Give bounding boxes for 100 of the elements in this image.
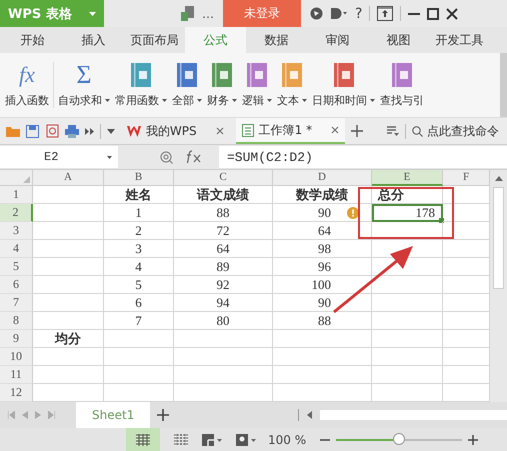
name-box[interactable]: E2 — [0, 146, 118, 168]
ribbon-tab[interactable]: 开发工具 — [429, 27, 490, 53]
table-cell — [33, 366, 104, 384]
table-cell: 姓名 — [104, 186, 174, 204]
table-cell: 94 — [174, 294, 273, 312]
row-header[interactable]: 10 — [0, 348, 33, 366]
zoom-in-icon[interactable] — [468, 434, 478, 444]
maximize-icon[interactable] — [427, 8, 440, 20]
row-header[interactable]: 5 — [0, 258, 33, 276]
ribbon-button[interactable]: 文本 — [276, 60, 308, 110]
row-header[interactable]: 4 — [0, 240, 33, 258]
caret-icon — [89, 12, 96, 16]
ribbon-button[interactable]: Σ 自动求和 — [57, 60, 111, 110]
ribbon-button[interactable]: 财务 — [206, 60, 238, 110]
table-cell — [33, 276, 104, 294]
close-icon[interactable] — [331, 126, 340, 134]
function-icon[interactable] — [185, 150, 203, 164]
reading-mode-icon[interactable] — [236, 434, 256, 446]
table-cell: 64 — [174, 240, 273, 258]
ribbon-tab[interactable]: 审阅 — [307, 27, 368, 53]
normal-view-button[interactable] — [126, 428, 160, 451]
sum-icon: Σ — [76, 62, 92, 88]
page-break-view-icon[interactable] — [174, 434, 188, 446]
table-cell: 6 — [104, 294, 174, 312]
help-button[interactable]: ? — [355, 6, 362, 22]
save-icon[interactable] — [26, 124, 39, 138]
ribbon-button[interactable]: 查找与引 — [379, 60, 425, 110]
row-header[interactable]: 1 — [0, 186, 33, 204]
table-cell: 4 — [104, 258, 174, 276]
ribbon-tab[interactable]: 开始 — [2, 27, 63, 53]
table-cell — [104, 348, 174, 366]
print-icon[interactable] — [65, 124, 79, 138]
expand-icon[interactable] — [85, 128, 94, 134]
ribbon-tab[interactable]: 公式 — [185, 27, 246, 53]
vertical-scrollbar[interactable] — [490, 170, 507, 402]
row-header[interactable]: 7 — [0, 294, 33, 312]
row-header[interactable]: 6 — [0, 276, 33, 294]
row-header[interactable]: 12 — [0, 384, 33, 402]
table-cell: 72 — [174, 222, 273, 240]
ribbon-tab[interactable]: 数据 — [246, 27, 307, 53]
close-icon[interactable] — [216, 127, 224, 135]
pin-window-icon[interactable] — [377, 6, 394, 21]
ribbon-button[interactable]: 常用函数 — [114, 60, 168, 110]
table-cell: 80 — [174, 312, 273, 330]
zoom-icon[interactable] — [160, 150, 173, 164]
table-cell: 均分 — [33, 330, 104, 348]
table-cell: 100 — [273, 276, 372, 294]
column-header[interactable]: D — [273, 170, 372, 186]
horizontal-scrollbar[interactable] — [320, 410, 507, 420]
more-button[interactable]: … — [202, 6, 214, 20]
column-header[interactable]: F — [443, 170, 490, 186]
zoom-level: 100 % — [268, 432, 306, 446]
document-tab[interactable]: 工作簿1 * — [236, 118, 346, 144]
table-cell — [104, 366, 174, 384]
table-cell: 90 — [273, 204, 372, 222]
column-header[interactable]: C — [174, 170, 273, 186]
table-cell — [33, 294, 104, 312]
row-header[interactable]: 3 — [0, 222, 33, 240]
close-icon[interactable] — [446, 8, 458, 20]
table-cell — [372, 222, 443, 240]
table-cell — [33, 258, 104, 276]
ribbon-scrollbar[interactable] — [500, 53, 507, 117]
caret-icon — [107, 156, 112, 158]
table-cell — [104, 330, 174, 348]
ribbon-button[interactable]: 日期和时间 — [311, 60, 376, 110]
table-cell — [33, 204, 104, 222]
column-header[interactable]: E — [372, 170, 443, 186]
document-icon[interactable] — [181, 6, 195, 22]
page-layout-icon[interactable] — [202, 434, 222, 446]
table-cell — [372, 348, 443, 366]
scroll-left-icon[interactable] — [307, 411, 312, 419]
document-tab[interactable]: 我的WPS — [120, 118, 230, 144]
spreadsheet-icon — [242, 124, 254, 136]
warning-icon[interactable] — [347, 207, 359, 219]
layout-icon[interactable] — [387, 126, 400, 136]
grid-icon — [136, 434, 150, 446]
ribbon-button[interactable]: 逻辑 — [241, 60, 273, 110]
table-cell — [33, 240, 104, 258]
ribbon-button[interactable]: fx 插入函数 — [4, 60, 50, 110]
corner-triangle-icon — [23, 176, 30, 183]
search-field[interactable]: 点此查找命令 — [412, 124, 507, 138]
ribbon-button[interactable]: 全部 — [171, 60, 203, 110]
ribbon-tab[interactable]: 插入 — [63, 27, 124, 53]
formula-field[interactable]: =SUM(C2:D2) — [219, 146, 507, 168]
ribbon-tab[interactable]: 页面布局 — [124, 27, 185, 53]
row-header[interactable]: 11 — [0, 366, 33, 384]
column-header[interactable]: B — [104, 170, 174, 186]
row-header[interactable]: 2 — [0, 204, 33, 222]
row-header[interactable]: 8 — [0, 312, 33, 330]
ribbon-tab[interactable]: 视图 — [368, 27, 429, 53]
dropdown-icon[interactable] — [106, 128, 115, 134]
column-header[interactable]: A — [33, 170, 104, 186]
row-header[interactable]: 9 — [0, 330, 33, 348]
table-cell — [33, 348, 104, 366]
scroll-up-icon[interactable] — [494, 176, 502, 181]
table-cell: 98 — [273, 240, 372, 258]
zoom-slider[interactable] — [393, 432, 406, 444]
table-cell: 2 — [104, 222, 174, 240]
add-sheet-icon[interactable] — [157, 409, 170, 421]
add-icon[interactable] — [351, 125, 364, 137]
